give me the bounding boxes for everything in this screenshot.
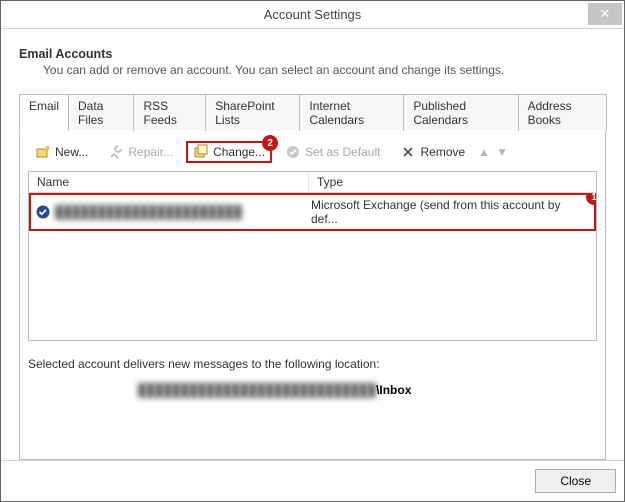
delivery-location-label: Selected account delivers new messages t… [28, 341, 597, 371]
move-down-icon: ▼ [496, 145, 508, 159]
section-heading: Email Accounts [19, 47, 606, 61]
tabs: Email Data Files RSS Feeds SharePoint Li… [19, 93, 606, 131]
remove-button[interactable]: Remove [393, 141, 472, 163]
accounts-table: Name Type ██████████████████████ Microso… [28, 171, 597, 341]
window-close-button[interactable]: ✕ [588, 3, 622, 25]
dialog-footer: Close [1, 460, 624, 501]
titlebar: Account Settings ✕ [1, 1, 624, 29]
window-title: Account Settings [1, 7, 624, 22]
new-button[interactable]: New... [28, 141, 95, 163]
check-circle-icon [285, 144, 301, 160]
account-name: ██████████████████████ [55, 205, 242, 219]
tab-published-calendars[interactable]: Published Calendars [403, 94, 518, 131]
table-row[interactable]: ██████████████████████ Microsoft Exchang… [29, 193, 596, 231]
remove-icon [400, 144, 416, 160]
account-type: Microsoft Exchange (send from this accou… [311, 198, 590, 226]
callout-marker-2: 2 [262, 135, 278, 151]
section-subheading: You can add or remove an account. You ca… [19, 61, 606, 93]
set-default-button: Set as Default [278, 141, 387, 163]
repair-button: Repair... [101, 141, 180, 163]
column-type[interactable]: Type [309, 172, 596, 192]
change-icon [193, 144, 209, 160]
tab-data-files[interactable]: Data Files [68, 94, 134, 131]
tab-email[interactable]: Email [19, 94, 69, 131]
table-header: Name Type [29, 172, 596, 193]
tab-sharepoint-lists[interactable]: SharePoint Lists [205, 94, 300, 131]
change-button[interactable]: Change... 2 [186, 141, 272, 163]
move-up-icon: ▲ [478, 145, 490, 159]
close-icon: ✕ [600, 6, 611, 22]
repair-icon [108, 144, 124, 160]
tab-internet-calendars[interactable]: Internet Calendars [299, 94, 404, 131]
tab-rss-feeds[interactable]: RSS Feeds [133, 94, 206, 131]
default-account-icon [35, 204, 51, 220]
close-button[interactable]: Close [535, 469, 616, 493]
account-settings-window: Account Settings ✕ Email Accounts You ca… [0, 0, 625, 502]
tab-pane-email: New... Repair... Change... 2 Set as Defa… [19, 131, 606, 460]
toolbar: New... Repair... Change... 2 Set as Defa… [28, 141, 597, 171]
column-name[interactable]: Name [29, 172, 309, 192]
tab-address-books[interactable]: Address Books [518, 94, 607, 131]
new-icon [35, 144, 51, 160]
delivery-location-path: ████████████████████████████\Inbox [28, 371, 597, 397]
